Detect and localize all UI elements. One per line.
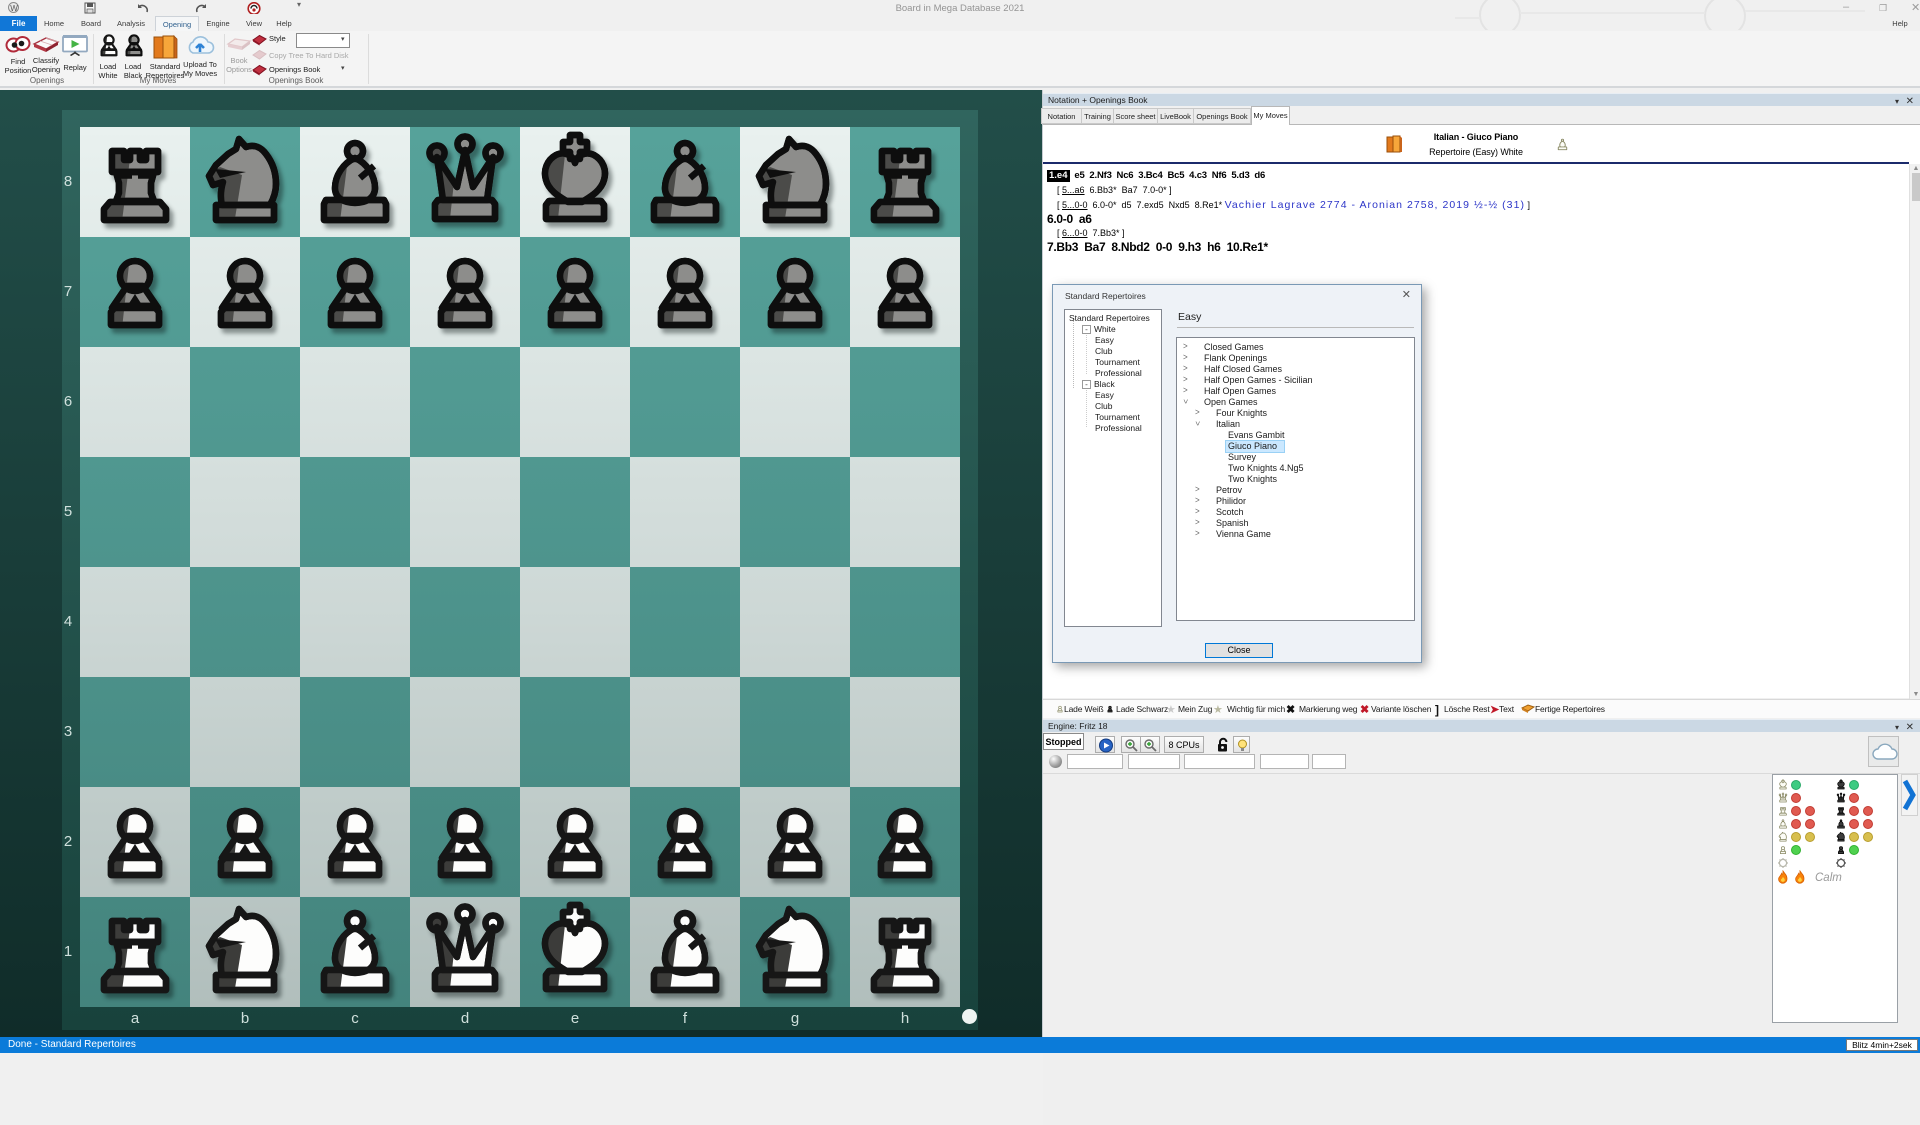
svg-text:W: W <box>10 4 18 13</box>
